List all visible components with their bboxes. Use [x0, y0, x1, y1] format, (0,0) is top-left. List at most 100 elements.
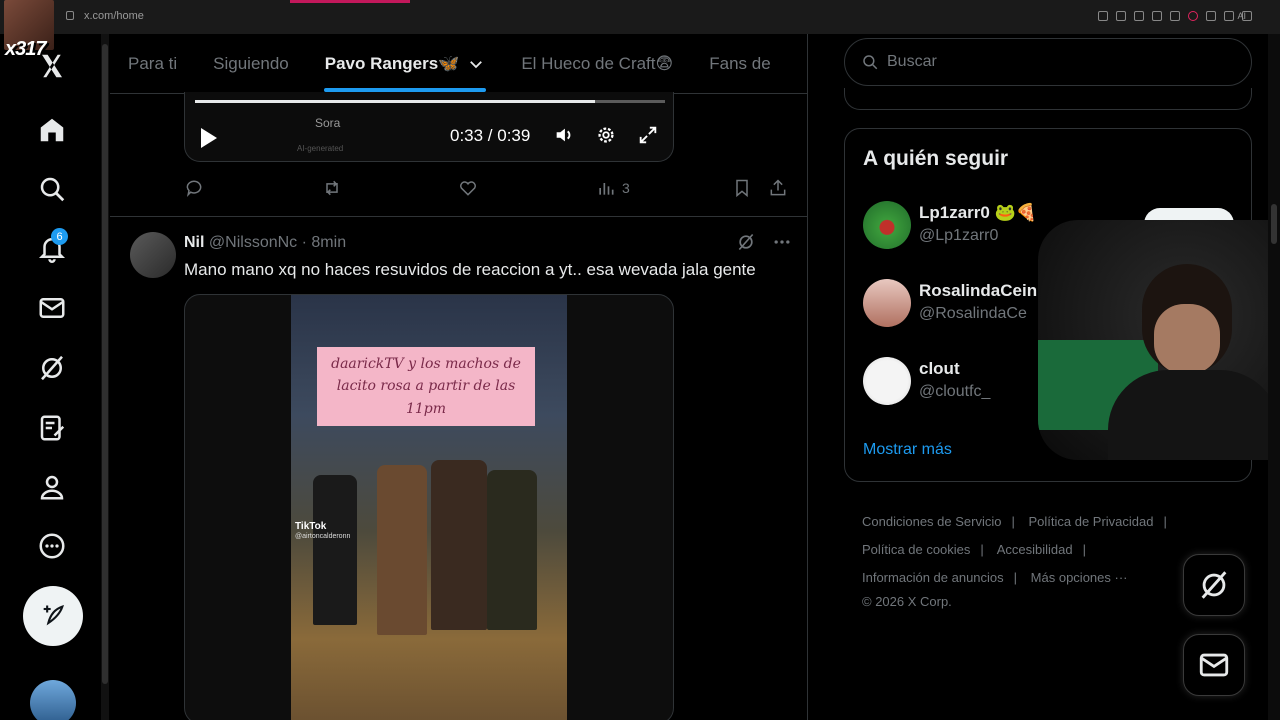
follow-handle[interactable]: @cloutfc_: [919, 383, 990, 401]
volume-icon[interactable]: [553, 124, 575, 146]
video-time: 0:33 / 0:39: [450, 126, 531, 145]
reply-icon: [186, 180, 202, 197]
explore-icon[interactable]: [30, 167, 74, 211]
tab-pavo-rangers[interactable]: Pavo Rangers🦋: [307, 34, 504, 94]
video-progress-bar[interactable]: [195, 100, 665, 103]
post-header-actions: [736, 232, 792, 252]
avatar[interactable]: [863, 357, 911, 405]
share-button[interactable]: [768, 178, 788, 198]
post-header: Nil @NilssonNc · 8min: [184, 234, 346, 252]
address-bar[interactable]: x.com/home: [84, 10, 144, 22]
video-watermark: Sora: [315, 116, 341, 130]
post-media[interactable]: daarickTV y los machos de lacito rosa a …: [184, 294, 674, 720]
streamer-webcam: [1038, 220, 1280, 460]
follow-name[interactable]: Lp1zarr0 🐸🍕: [919, 203, 1037, 223]
person-figure: [313, 475, 357, 625]
tab-el-hueco-de-craft[interactable]: El Hueco de Craft😨: [503, 34, 691, 94]
zoom-icon[interactable]: [1098, 11, 1108, 21]
who-to-follow-title: A quién seguir: [863, 147, 1009, 170]
footer-link[interactable]: Accesibilidad: [997, 542, 1073, 557]
grok-icon[interactable]: [736, 232, 756, 252]
ai-label[interactable]: AI: [1237, 11, 1246, 21]
tab-fans-de[interactable]: Fans de: [691, 34, 788, 94]
heart-outline-icon: [460, 181, 476, 196]
repost-button[interactable]: [322, 178, 342, 198]
browser-extension-icons: [1098, 11, 1252, 21]
post-divider: [110, 216, 807, 217]
post-time[interactable]: 8min: [311, 234, 346, 251]
avatar[interactable]: [863, 201, 911, 249]
compose-post-button[interactable]: [23, 586, 83, 646]
tab-siguiendo[interactable]: Siguiendo: [195, 34, 307, 94]
search-placeholder: Buscar: [887, 53, 937, 70]
left-navigation: 6: [0, 34, 100, 720]
avatar[interactable]: [863, 279, 911, 327]
post-dot-separator: ·: [301, 234, 307, 251]
tiktok-handle: @airtoncalderonn: [295, 533, 351, 540]
post-author-name[interactable]: Nil: [184, 234, 204, 251]
tab-para-ti[interactable]: Para ti: [110, 34, 195, 94]
previous-widget: [844, 88, 1252, 110]
footer-link[interactable]: Más opciones ···: [1031, 570, 1128, 585]
page-scrollbar[interactable]: [1268, 34, 1280, 720]
profile-icon[interactable]: [30, 465, 74, 509]
lists-icon[interactable]: [30, 406, 74, 450]
extension-icon[interactable]: [1206, 11, 1216, 21]
video-caption: daarickTV y los machos de lacito rosa a …: [317, 347, 535, 427]
notifications-icon[interactable]: 6: [30, 226, 74, 270]
chevron-down-icon: [470, 61, 483, 69]
bookmark-icon[interactable]: [1134, 11, 1144, 21]
bar-chart-icon: [599, 183, 614, 195]
tiktok-logo: TikTok: [295, 521, 327, 532]
timeline-tabs: Para ti Siguiendo Pavo Rangers🦋 El Hueco…: [110, 34, 807, 94]
video-player[interactable]: Sora AI-generated 0:33 / 0:39: [184, 92, 674, 162]
footer-link[interactable]: Condiciones de Servicio: [862, 514, 1001, 529]
follow-name[interactable]: RosalindaCein: [919, 281, 1037, 301]
person-figure: [487, 470, 537, 630]
bookmark-button[interactable]: [732, 178, 752, 198]
post-author-avatar[interactable]: [130, 232, 176, 278]
bookmark-outline-icon: [736, 179, 748, 198]
like-button[interactable]: [458, 178, 478, 198]
video-thumbnail[interactable]: daarickTV y los machos de lacito rosa a …: [291, 295, 567, 720]
notification-badge: 6: [51, 228, 68, 245]
home-icon[interactable]: [30, 108, 74, 152]
more-icon[interactable]: [30, 524, 74, 568]
post-actions: 3: [184, 178, 794, 202]
envelope-icon: [1199, 653, 1229, 677]
media-icon[interactable]: [1170, 11, 1180, 21]
views-button[interactable]: 3: [596, 178, 630, 198]
browser-toolbar: x.com/home AI: [0, 0, 1280, 34]
scrollbar[interactable]: [101, 34, 109, 720]
lock-icon: [66, 11, 74, 20]
footer-link[interactable]: Política de cookies: [862, 542, 970, 557]
repost-icon: [326, 180, 338, 196]
footer-link[interactable]: Información de anuncios: [862, 570, 1004, 585]
messages-fab-button[interactable]: [1183, 634, 1245, 696]
timeline: Para ti Siguiendo Pavo Rangers🦋 El Hueco…: [110, 34, 808, 720]
fullscreen-icon[interactable]: [637, 124, 659, 146]
pin-icon[interactable]: [1116, 11, 1126, 21]
play-icon[interactable]: [201, 128, 217, 148]
follow-handle[interactable]: @Lp1zarr0: [919, 227, 998, 245]
messages-icon[interactable]: [30, 286, 74, 330]
reply-button[interactable]: [184, 178, 204, 198]
share-icon: [770, 179, 786, 196]
grok-icon[interactable]: [30, 346, 74, 390]
x-logo-icon[interactable]: [30, 44, 74, 88]
settings-gear-icon[interactable]: [595, 124, 617, 146]
views-count: 3: [622, 180, 630, 196]
show-more-link[interactable]: Mostrar más: [863, 441, 952, 459]
more-options-icon[interactable]: [772, 232, 792, 252]
search-input[interactable]: Buscar: [844, 38, 1252, 86]
follow-name[interactable]: clout: [919, 359, 960, 379]
capture-icon[interactable]: [1152, 11, 1162, 21]
account-avatar[interactable]: [30, 680, 76, 720]
post-author-handle[interactable]: @NilssonNc: [209, 234, 297, 251]
heart-icon[interactable]: [1188, 11, 1198, 21]
download-icon[interactable]: [1224, 11, 1234, 21]
grok-fab-button[interactable]: [1183, 554, 1245, 616]
follow-handle[interactable]: @RosalindaCe: [919, 305, 1027, 323]
feather-plus-icon: [43, 605, 64, 626]
footer-link[interactable]: Política de Privacidad: [1028, 514, 1153, 529]
